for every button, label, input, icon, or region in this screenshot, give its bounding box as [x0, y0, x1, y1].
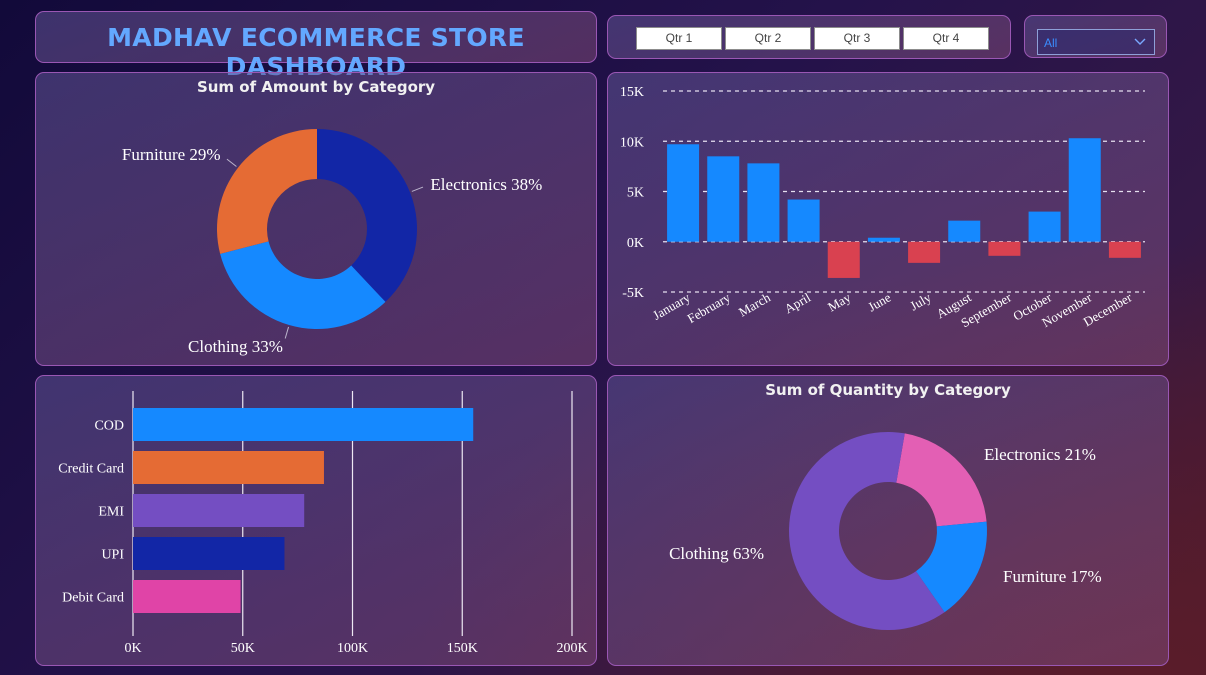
- donut-label-furniture: Furniture 17%: [1003, 567, 1102, 586]
- y-tick-label: 0K: [627, 236, 644, 251]
- monthly-bar-chart: -5K0K5K10K15KJanuaryFebruary March April Ma…: [620, 85, 1145, 330]
- x-tick-label-february: February: [685, 289, 734, 326]
- leader-line-electronics: [411, 186, 424, 192]
- donut-slice-furniture: [217, 129, 317, 254]
- bar-october: [1028, 211, 1061, 242]
- bar-january: [667, 144, 700, 242]
- slicer-qtr1-button[interactable]: Qtr 1: [636, 27, 722, 50]
- bar-september: [988, 241, 1021, 256]
- leader-line-furniture: [226, 158, 237, 167]
- bar-credit-card: [133, 451, 324, 484]
- amount-donut-chart: Electronics 38% Clothing 33% Furniture 29%: [122, 129, 542, 356]
- y-tick-label: 5K: [627, 186, 644, 201]
- x-tick-label: 0K: [124, 641, 141, 656]
- title-panel: MADHAV ECOMMERCE STORE DASHBOARD: [35, 11, 597, 81]
- y-tick-label-cod: COD: [94, 419, 124, 434]
- donut-label-clothing: Clothing 33%: [188, 337, 283, 356]
- donut-slice-electronics: [896, 433, 987, 527]
- y-tick-label-debit-card: Debit Card: [62, 591, 124, 606]
- bar-december: [1108, 241, 1141, 258]
- donut-label-electronics: Electronics 21%: [984, 445, 1096, 464]
- bar-cod: [133, 408, 474, 441]
- x-tick-label: 200K: [556, 641, 587, 656]
- bar-emi: [133, 494, 305, 527]
- filter-dropdown-panel: All: [1024, 15, 1167, 58]
- bar-february: [707, 156, 740, 242]
- y-tick-label: 10K: [620, 135, 644, 150]
- donut-label-electronics: Electronics 38%: [430, 175, 542, 194]
- y-tick-label-emi: EMI: [98, 505, 124, 520]
- dropdown-value: All: [1044, 36, 1058, 50]
- donut-slice-electronics: [317, 129, 417, 302]
- x-tick-label-april: April: [782, 289, 814, 316]
- leader-line-clothing: [284, 326, 290, 339]
- monthly-chart-panel: -5K 0K 5K 10K 15K January February March April Ma…: [607, 72, 1169, 366]
- x-tick-label: 50K: [231, 641, 255, 656]
- donut-label-clothing: Clothing 63%: [669, 544, 764, 563]
- filter-dropdown[interactable]: All: [1037, 29, 1155, 55]
- x-tick-label-july: July: [907, 289, 934, 313]
- y-tick-label-upi: UPI: [101, 548, 124, 563]
- slicer-qtr2-button[interactable]: Qtr 2: [725, 27, 811, 50]
- y-tick-label-credit-card: Credit Card: [58, 462, 124, 477]
- y-tick-label: -5K: [622, 286, 644, 301]
- bar-upi: [133, 537, 285, 570]
- bar-august: [948, 220, 981, 242]
- slicer-qtr3-button[interactable]: Qtr 3: [814, 27, 900, 50]
- x-tick-label: 100K: [337, 641, 368, 656]
- bar-july: [908, 241, 941, 263]
- donut-label-furniture: Furniture 29%: [122, 145, 221, 164]
- quantity-by-category-panel: Sum of Quantity by Category Electronics …: [607, 375, 1169, 666]
- bar-debit-card: [133, 580, 241, 613]
- quantity-donut-chart: Electronics 21% Furniture 17% Clothing 63%: [669, 432, 1102, 630]
- amount-by-category-panel: Sum of Amount by Category Electronics 38…: [35, 72, 597, 366]
- payment-mode-panel: 0K 50K 100K 150K 200K COD Credit Card EMI UPI Deb…: [35, 375, 597, 666]
- bar-march: [747, 163, 780, 242]
- bar-may: [827, 241, 860, 278]
- y-tick-label: 15K: [620, 85, 644, 100]
- chevron-down-icon: [1134, 38, 1146, 45]
- quarter-slicer: Qtr 1 Qtr 2 Qtr 3 Qtr 4: [607, 15, 1011, 59]
- x-tick-label-may: May: [825, 289, 854, 314]
- bar-april: [787, 199, 820, 242]
- x-tick-label-june: June: [865, 290, 893, 315]
- bar-june: [867, 237, 900, 242]
- slicer-qtr4-button[interactable]: Qtr 4: [903, 27, 989, 50]
- x-tick-label: 150K: [447, 641, 478, 656]
- payment-bar-chart: 0K 50K 100K 150K 200K COD Credit Card EMI UPI Deb…: [58, 391, 588, 656]
- x-tick-label-march: March: [736, 289, 773, 319]
- bar-november: [1068, 138, 1101, 242]
